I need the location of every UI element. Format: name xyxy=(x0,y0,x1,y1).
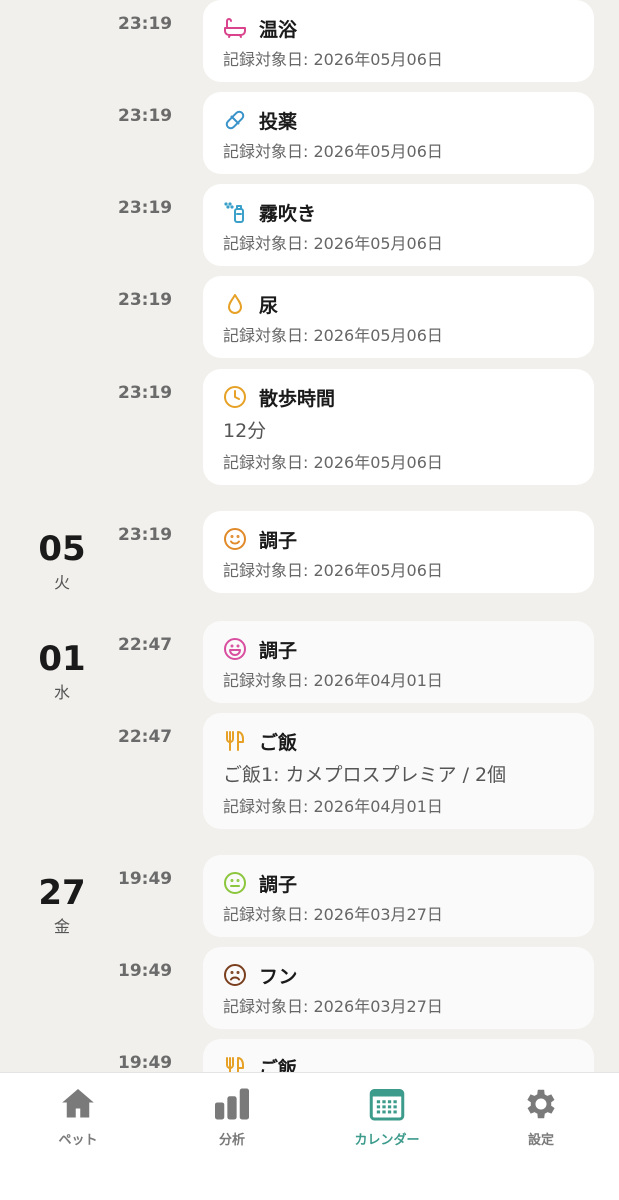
record-detail: 12分 xyxy=(223,420,267,442)
record-date: 記録対象日: 2026年05月06日 xyxy=(223,326,443,345)
tab-label: 設定 xyxy=(527,1133,554,1148)
record-card[interactable]: フン記録対象日: 2026年03月27日 xyxy=(203,947,594,1029)
date-day: 05 xyxy=(38,529,86,569)
tab-label: カレンダー xyxy=(354,1133,420,1148)
record-card[interactable]: 調子記録対象日: 2026年04月01日 xyxy=(203,621,594,703)
record-date: 記録対象日: 2026年05月06日 xyxy=(223,50,443,69)
record-card[interactable]: 尿記録対象日: 2026年05月06日 xyxy=(203,276,594,358)
record-title: 投薬 xyxy=(259,110,298,133)
record-date: 記録対象日: 2026年04月01日 xyxy=(223,671,443,690)
entry-time: 23:19 xyxy=(118,198,173,218)
tab-label: ペット xyxy=(58,1133,98,1148)
gear-icon xyxy=(521,1085,561,1123)
record-date: 記録対象日: 2026年05月06日 xyxy=(223,234,443,253)
smile-icon xyxy=(223,527,247,551)
record-date: 記録対象日: 2026年05月06日 xyxy=(223,453,443,472)
record-title: 調子 xyxy=(259,639,298,662)
record-date: 記録対象日: 2026年04月01日 xyxy=(223,797,443,816)
neutral-face-icon xyxy=(223,871,247,895)
clock-icon xyxy=(223,385,247,409)
date-weekday: 水 xyxy=(53,683,70,702)
date-day: 01 xyxy=(38,639,86,679)
date-day: 27 xyxy=(38,873,86,913)
entry-time: 22:47 xyxy=(118,635,173,655)
date-weekday: 火 xyxy=(53,573,70,592)
record-card[interactable]: 調子記録対象日: 2026年03月27日 xyxy=(203,855,594,937)
entry-time: 23:19 xyxy=(118,14,173,34)
record-date: 記録対象日: 2026年03月27日 xyxy=(223,997,443,1016)
record-card[interactable]: 調子記録対象日: 2026年05月06日 xyxy=(203,511,594,593)
entry-time: 19:49 xyxy=(118,869,173,889)
entry-time: 19:49 xyxy=(118,1053,173,1073)
grin-icon xyxy=(223,637,247,661)
tab-bar-chart[interactable]: 分析 xyxy=(182,1085,282,1148)
record-title: 霧吹き xyxy=(259,202,317,225)
record-date: 記録対象日: 2026年05月06日 xyxy=(223,561,443,580)
record-date: 記録対象日: 2026年05月06日 xyxy=(223,142,443,161)
tab-home[interactable]: ペット xyxy=(28,1085,128,1148)
drop-icon xyxy=(223,292,247,316)
home-icon xyxy=(58,1085,98,1123)
entry-time: 23:19 xyxy=(118,106,173,126)
spray-icon xyxy=(223,200,247,224)
tab-label: 分析 xyxy=(218,1133,245,1148)
frown-icon xyxy=(223,963,247,987)
record-card[interactable]: ご飯ご飯1: カメプロスプレミア / 2個 記録対象日: 2026年04月01日 xyxy=(203,713,594,829)
calendar-icon xyxy=(367,1085,407,1123)
date-label: 27 金 xyxy=(0,873,124,937)
entry-time: 23:19 xyxy=(118,290,173,310)
date-label: 05 火 xyxy=(0,529,124,593)
pill-icon xyxy=(223,108,247,132)
record-card[interactable]: 霧吹き記録対象日: 2026年05月06日 xyxy=(203,184,594,266)
tab-calendar[interactable]: カレンダー xyxy=(337,1085,437,1148)
record-title: 調子 xyxy=(259,873,298,896)
record-title: 調子 xyxy=(259,529,298,552)
record-date: 記録対象日: 2026年03月27日 xyxy=(223,905,443,924)
record-card[interactable]: 散歩時間 12分記録対象日: 2026年05月06日 xyxy=(203,369,594,485)
record-title: 散歩時間 xyxy=(259,387,336,410)
record-title: 温浴 xyxy=(259,18,298,41)
utensils-icon xyxy=(223,729,247,753)
tab-bar: ペット 分析 カレンダー 設定 xyxy=(0,1072,619,1200)
tab-gear[interactable]: 設定 xyxy=(491,1085,591,1148)
date-label: 01 水 xyxy=(0,639,124,703)
bath-icon xyxy=(223,16,247,40)
record-card[interactable]: 投薬記録対象日: 2026年05月06日 xyxy=(203,92,594,174)
record-title: 尿 xyxy=(259,294,279,317)
entry-time: 22:47 xyxy=(118,727,173,747)
entry-time: 19:49 xyxy=(118,961,173,981)
entry-time: 23:19 xyxy=(118,525,173,545)
record-detail: ご飯1: カメプロスプレミア / 2個 xyxy=(223,764,507,786)
date-weekday: 金 xyxy=(53,917,70,936)
record-card[interactable]: 温浴記録対象日: 2026年05月06日 xyxy=(203,0,594,82)
entry-time: 23:19 xyxy=(118,383,173,403)
record-title: フン xyxy=(259,965,298,988)
record-title: ご飯 xyxy=(259,731,298,754)
bar-chart-icon xyxy=(212,1085,252,1123)
